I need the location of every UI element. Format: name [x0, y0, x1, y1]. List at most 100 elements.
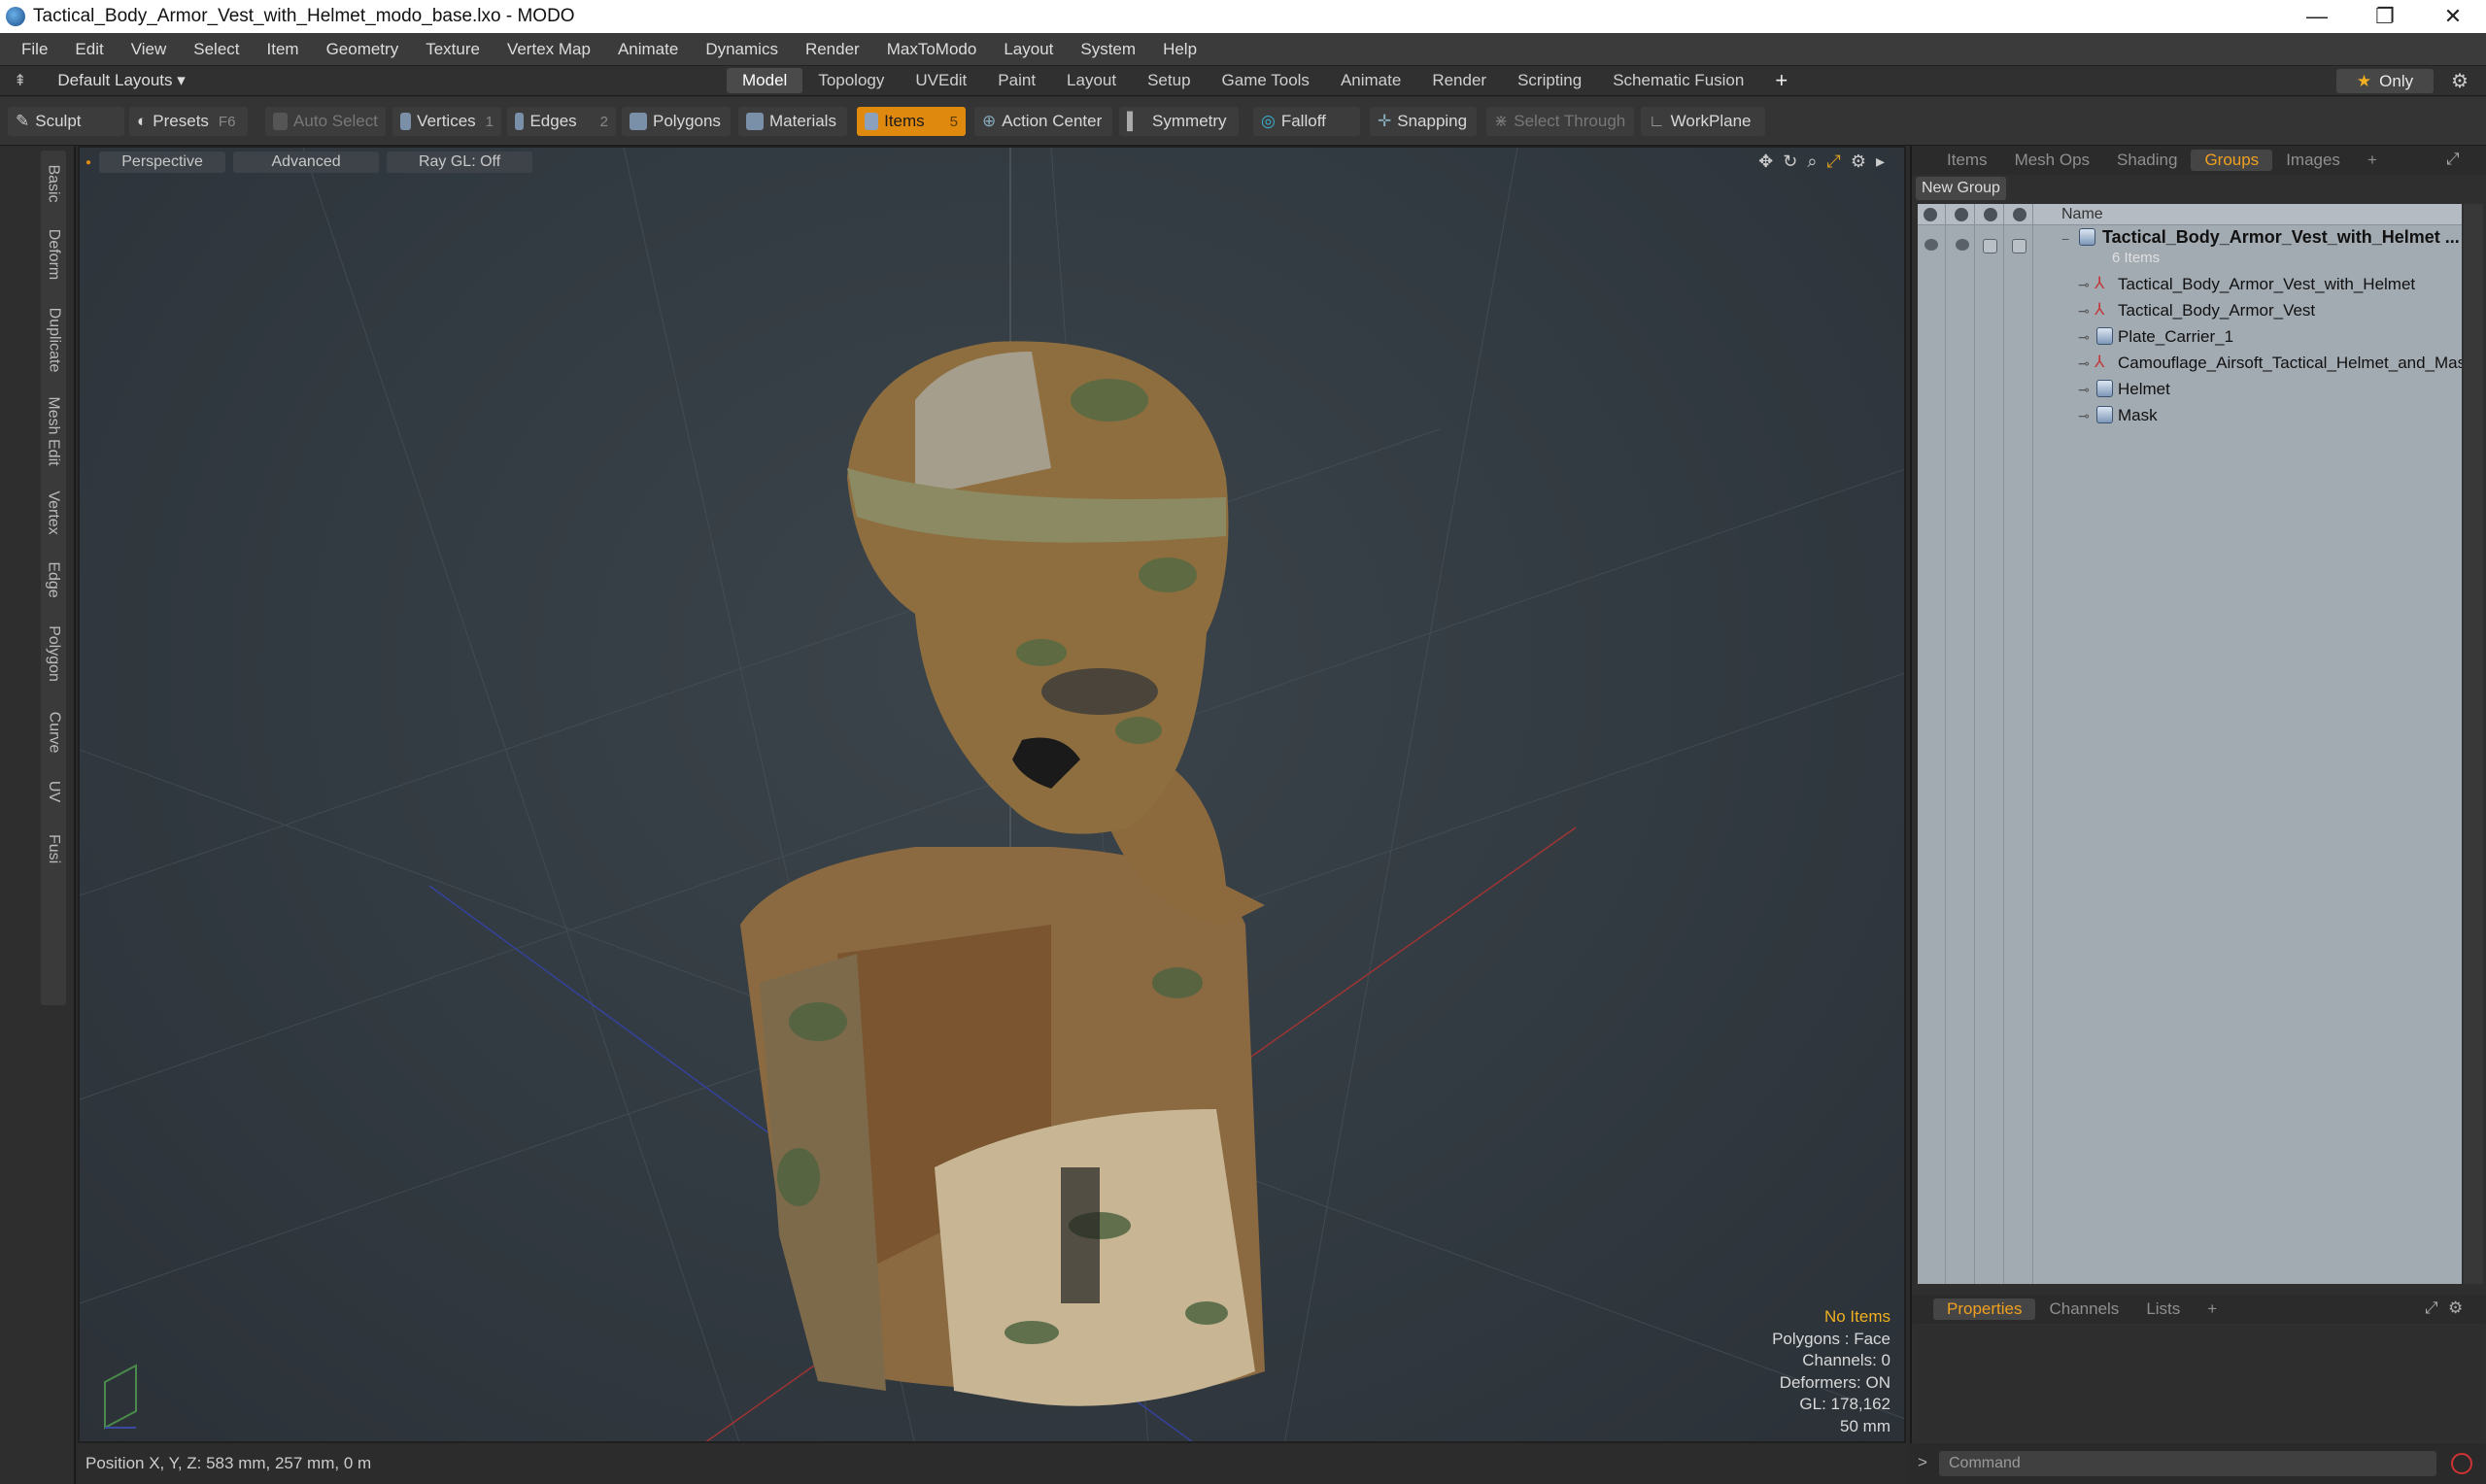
tab-vertex[interactable]: Vertex: [41, 479, 66, 547]
maximize-icon[interactable]: ⤢: [1826, 152, 1840, 172]
snapping-button[interactable]: ✛ Snapping: [1370, 107, 1477, 136]
menu-vertex-map[interactable]: Vertex Map: [494, 40, 604, 59]
action-center-button[interactable]: ⊕ Action Center: [974, 107, 1112, 136]
render-toggle-icon[interactable]: [1956, 239, 1969, 251]
menu-view[interactable]: View: [118, 40, 181, 59]
render-header-icon[interactable]: [1955, 208, 1968, 221]
tab-uvedit[interactable]: UVEdit: [900, 68, 982, 93]
menu-item[interactable]: Item: [254, 40, 313, 59]
tree-item[interactable]: ⊸ ⅄ Camouflage_Airsoft_Tactical_Helmet_a…: [1918, 351, 2462, 377]
materials-button[interactable]: Materials: [738, 107, 847, 136]
lock-header-icon[interactable]: [1984, 208, 1997, 221]
gear-icon[interactable]: ⚙: [2451, 69, 2469, 93]
lock-checkbox[interactable]: [1983, 239, 1997, 253]
menu-help[interactable]: Help: [1149, 40, 1210, 59]
panel-scrollbar[interactable]: [2464, 204, 2483, 1284]
minimize-button[interactable]: —: [2283, 0, 2351, 33]
add-properties-tab-button[interactable]: +: [2194, 1298, 2231, 1320]
rotate-icon[interactable]: ↻: [1783, 152, 1797, 172]
tab-lists[interactable]: Lists: [2132, 1298, 2194, 1320]
workplane-button[interactable]: ∟ WorkPlane: [1641, 107, 1765, 136]
new-group-button[interactable]: New Group: [1916, 177, 2006, 200]
tab-layout[interactable]: Layout: [1051, 68, 1132, 93]
select-through-button[interactable]: ⋇ Select Through: [1486, 107, 1634, 136]
shading-mode-advanced[interactable]: Advanced: [233, 152, 380, 173]
tab-animate[interactable]: Animate: [1325, 68, 1416, 93]
group-row[interactable]: − Tactical_Body_Armor_Vest_with_Helmet .…: [1918, 225, 2462, 270]
vertices-button[interactable]: Vertices 1: [392, 107, 501, 136]
tab-scripting[interactable]: Scripting: [1502, 68, 1597, 93]
tab-groups[interactable]: Groups: [2191, 150, 2273, 171]
properties-gear-icon[interactable]: ⚙: [2448, 1298, 2463, 1318]
command-input[interactable]: Command: [1939, 1451, 2436, 1476]
menu-texture[interactable]: Texture: [412, 40, 494, 59]
menu-file[interactable]: File: [8, 40, 61, 59]
menu-render[interactable]: Render: [792, 40, 873, 59]
close-button[interactable]: ✕: [2419, 0, 2486, 33]
play-arrow-icon[interactable]: ▸: [1876, 152, 1885, 172]
menu-maxtomodo[interactable]: MaxToModo: [873, 40, 991, 59]
menu-geometry[interactable]: Geometry: [313, 40, 413, 59]
menu-edit[interactable]: Edit: [61, 40, 117, 59]
tab-game-tools[interactable]: Game Tools: [1207, 68, 1325, 93]
tree-item[interactable]: ⊸ Mask: [1918, 403, 2462, 429]
pan-icon[interactable]: ✥: [1758, 152, 1773, 172]
tab-polygon[interactable]: Polygon: [41, 613, 66, 694]
symmetry-button[interactable]: ▌ Symmetry: [1119, 107, 1239, 136]
tab-images[interactable]: Images: [2272, 150, 2354, 171]
tab-topology[interactable]: Topology: [802, 68, 900, 93]
tab-model[interactable]: Model: [727, 68, 803, 93]
restore-button[interactable]: ❐: [2351, 0, 2419, 33]
add-tab-button[interactable]: +: [1759, 68, 1803, 93]
items-button[interactable]: Items 5: [857, 107, 966, 136]
tab-add-button[interactable]: [41, 864, 66, 890]
tab-duplicate[interactable]: Duplicate: [41, 296, 66, 384]
add-panel-tab-button[interactable]: +: [2354, 150, 2391, 171]
tab-schematic-fusion[interactable]: Schematic Fusion: [1597, 68, 1759, 93]
tab-uv[interactable]: UV: [41, 770, 66, 813]
falloff-button[interactable]: ◎ Falloff: [1253, 107, 1360, 136]
tab-render[interactable]: Render: [1416, 68, 1502, 93]
visibility-header-icon[interactable]: [1924, 208, 1937, 221]
3d-viewport[interactable]: ● Perspective Advanced Ray GL: Off ✥ ↻ ⌕…: [78, 146, 1906, 1443]
menu-system[interactable]: System: [1067, 40, 1149, 59]
menu-animate[interactable]: Animate: [604, 40, 692, 59]
edges-button[interactable]: Edges 2: [507, 107, 616, 136]
presets-button[interactable]: ◐ Presets F6: [129, 107, 248, 136]
properties-maximize-icon[interactable]: ⤢: [2425, 1298, 2438, 1318]
tab-items[interactable]: Items: [1933, 150, 2001, 171]
default-layouts-dropdown[interactable]: Default Layouts ▾: [57, 71, 185, 90]
viewport-settings-icon[interactable]: ⚙: [1851, 152, 1866, 172]
select-header-icon[interactable]: [2013, 208, 2026, 221]
select-checkbox[interactable]: [2012, 239, 2026, 253]
tab-deform[interactable]: Deform: [41, 217, 66, 292]
name-column-header[interactable]: Name: [2061, 206, 2103, 223]
collapse-toggle-icon[interactable]: −: [2061, 231, 2069, 247]
tab-edge[interactable]: Edge: [41, 551, 66, 609]
polygons-button[interactable]: Polygons: [622, 107, 731, 136]
zoom-icon[interactable]: ⌕: [1807, 152, 1817, 172]
tab-curve[interactable]: Curve: [41, 698, 66, 766]
raygl-toggle[interactable]: Ray GL: Off: [387, 152, 533, 173]
layout-expand-icon[interactable]: ⇞: [14, 71, 26, 90]
view-mode-perspective[interactable]: Perspective: [99, 152, 226, 173]
tab-properties[interactable]: Properties: [1933, 1298, 2036, 1320]
panel-maximize-icon[interactable]: ⤢: [2446, 150, 2460, 169]
viewport-menu-dot[interactable]: ●: [85, 157, 91, 168]
menu-select[interactable]: Select: [180, 40, 253, 59]
tree-item[interactable]: ⊸ ⅄ Tactical_Body_Armor_Vest: [1918, 298, 2462, 324]
tab-paint[interactable]: Paint: [982, 68, 1051, 93]
tree-item[interactable]: ⊸ Helmet: [1918, 377, 2462, 403]
visibility-eye-icon[interactable]: [1924, 239, 1938, 251]
tree-item[interactable]: ⊸ Plate_Carrier_1: [1918, 324, 2462, 351]
tab-channels[interactable]: Channels: [2035, 1298, 2132, 1320]
only-toggle[interactable]: ★ Only: [2336, 69, 2434, 93]
tab-mesh-edit[interactable]: Mesh Edit: [41, 388, 66, 475]
sculpt-button[interactable]: ✎ Sculpt: [8, 107, 124, 136]
tree-item[interactable]: ⊸ ⅄ Tactical_Body_Armor_Vest_with_Helmet: [1918, 272, 2462, 298]
auto-select-button[interactable]: Auto Select: [265, 107, 386, 136]
tab-shading[interactable]: Shading: [2103, 150, 2191, 171]
command-record-icon[interactable]: [2451, 1453, 2472, 1474]
menu-layout[interactable]: Layout: [990, 40, 1067, 59]
tab-basic[interactable]: Basic: [41, 154, 66, 213]
